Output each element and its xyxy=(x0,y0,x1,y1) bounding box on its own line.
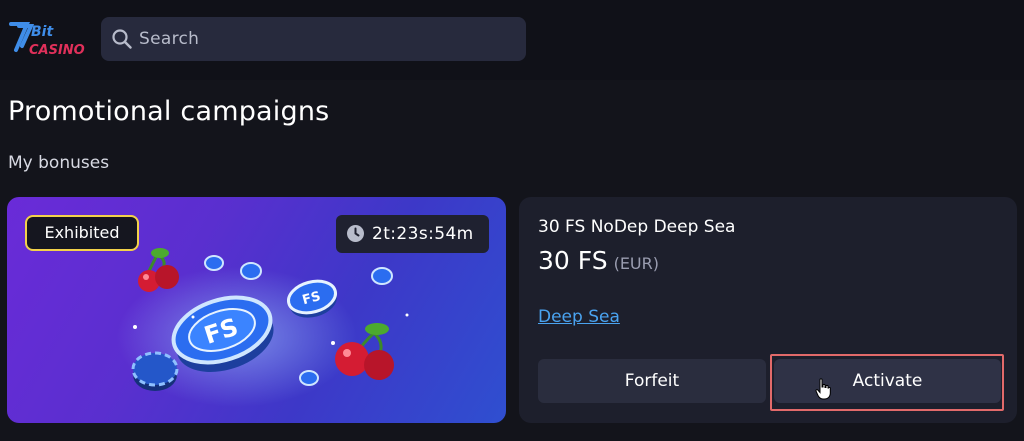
search-icon xyxy=(112,29,132,49)
search-input[interactable] xyxy=(139,17,509,61)
top-header: Bit CASINO xyxy=(0,0,1024,80)
hand-cursor-icon xyxy=(815,378,831,400)
bonus-banner: FS FS Exhibited 2t:23s:54m xyxy=(7,197,506,423)
casino-logo[interactable]: Bit CASINO xyxy=(7,16,85,62)
bonus-amount: 30 FS xyxy=(538,246,608,275)
section-label-my-bonuses: My bonuses xyxy=(8,153,110,173)
search-box[interactable] xyxy=(101,17,526,61)
activate-button[interactable]: Activate xyxy=(774,359,1001,403)
bonus-name: 30 FS NoDep Deep Sea xyxy=(538,217,736,237)
clock-icon xyxy=(347,225,364,242)
bonus-amount-row: 30 FS (EUR) xyxy=(538,246,659,275)
svg-text:Bit: Bit xyxy=(31,24,54,40)
forfeit-button[interactable]: Forfeit xyxy=(538,359,766,403)
countdown-timer: 2t:23s:54m xyxy=(336,215,489,253)
bonus-card: 30 FS NoDep Deep Sea 30 FS (EUR) Deep Sea… xyxy=(519,197,1017,423)
svg-text:CASINO: CASINO xyxy=(29,43,85,58)
game-link[interactable]: Deep Sea xyxy=(538,307,620,327)
status-badge: Exhibited xyxy=(25,215,139,251)
bonus-currency: (EUR) xyxy=(613,254,659,273)
timer-text: 2t:23s:54m xyxy=(372,224,474,244)
page-title: Promotional campaigns xyxy=(8,96,330,127)
